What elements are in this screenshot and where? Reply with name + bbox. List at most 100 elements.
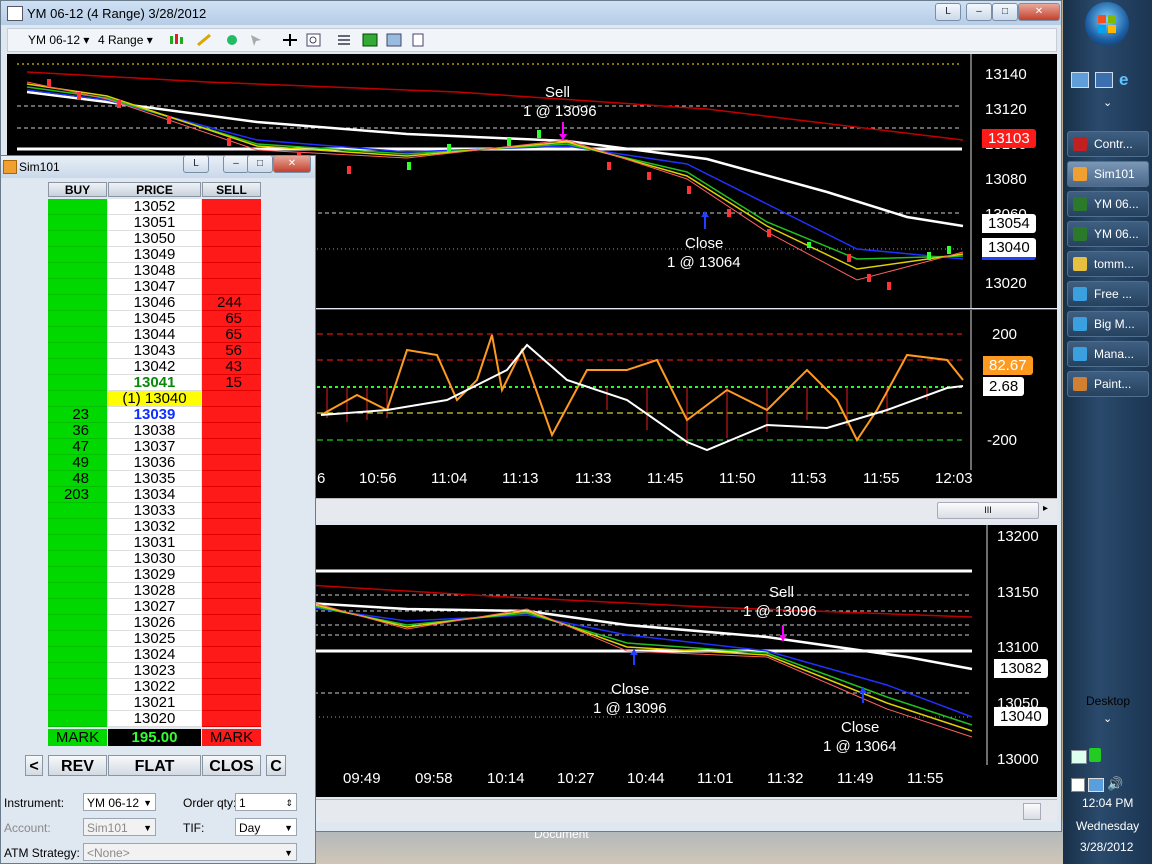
buy-cell[interactable] — [48, 263, 107, 279]
taskbar-item[interactable]: YM 06... — [1067, 221, 1149, 247]
pencil-icon[interactable] — [196, 33, 212, 47]
buy-cell[interactable] — [48, 279, 107, 295]
buy-cell[interactable] — [48, 679, 107, 695]
crosshair-tool-icon[interactable] — [224, 33, 240, 47]
strategies-icon[interactable] — [386, 33, 402, 47]
cross-cursor-icon[interactable] — [282, 33, 298, 47]
buy-cell[interactable]: 48 — [48, 471, 107, 487]
sell-cell[interactable]: 15 — [202, 375, 261, 391]
buy-cell[interactable] — [48, 199, 107, 215]
scroll-right-arrow[interactable]: ▸ — [1043, 503, 1048, 514]
sell-cell[interactable]: 244 — [202, 295, 261, 311]
buy-cell[interactable] — [48, 567, 107, 583]
switch-windows-icon[interactable] — [1095, 72, 1113, 88]
sell-cell[interactable] — [202, 615, 261, 631]
collapse-left-button[interactable]: < — [25, 755, 43, 776]
buy-cell[interactable] — [48, 391, 107, 407]
buy-cell[interactable] — [48, 311, 107, 327]
ie-quicklaunch-icon[interactable]: e — [1119, 70, 1128, 90]
clock-date[interactable]: 3/28/2012 — [1080, 840, 1133, 854]
buy-market-button[interactable]: MARK — [48, 729, 107, 746]
taskbar-item[interactable]: Contr... — [1067, 131, 1149, 157]
buy-cell[interactable] — [48, 375, 107, 391]
buy-cell[interactable] — [48, 711, 107, 727]
buy-cell[interactable]: 47 — [48, 439, 107, 455]
close-position-button[interactable]: CLOS — [202, 755, 261, 776]
sell-cell[interactable] — [202, 455, 261, 471]
maximize-button[interactable]: □ — [992, 3, 1018, 21]
sell-cell[interactable] — [202, 279, 261, 295]
buy-cell[interactable] — [48, 295, 107, 311]
buy-cell[interactable] — [48, 343, 107, 359]
tif-select[interactable]: Day ▼ — [235, 818, 297, 836]
instrument-selector[interactable]: YM 06-12 ▾ — [28, 33, 89, 47]
security-icon[interactable] — [1089, 748, 1101, 762]
restore-small-button[interactable]: L — [935, 3, 961, 21]
sell-cell[interactable] — [202, 407, 261, 423]
instrument-select[interactable]: YM 06-12 ▼ — [83, 793, 156, 811]
show-desktop-icon[interactable] — [1071, 72, 1089, 88]
buy-cell[interactable] — [48, 247, 107, 263]
desktop-toolbar-label[interactable]: Desktop — [1086, 694, 1130, 708]
buy-cell[interactable]: 49 — [48, 455, 107, 471]
sell-cell[interactable] — [202, 439, 261, 455]
sell-cell[interactable] — [202, 519, 261, 535]
clock-day[interactable]: Wednesday — [1076, 819, 1139, 833]
atm-strategy-select[interactable]: <None> ▼ — [83, 843, 297, 861]
indicators-icon[interactable] — [362, 33, 378, 47]
taskbar-item[interactable]: YM 06... — [1067, 191, 1149, 217]
sell-cell[interactable] — [202, 583, 261, 599]
minimize-button[interactable]: ‒ — [966, 3, 992, 21]
taskbar-item[interactable]: Sim101 — [1067, 161, 1149, 187]
buy-cell[interactable] — [48, 519, 107, 535]
network-icon[interactable] — [1071, 750, 1087, 764]
pointer-icon[interactable] — [248, 33, 264, 47]
buy-cell[interactable] — [48, 695, 107, 711]
buy-cell[interactable] — [48, 535, 107, 551]
period-selector[interactable]: 4 Range ▾ — [98, 33, 153, 47]
sell-cell[interactable] — [202, 663, 261, 679]
sell-cell[interactable]: 43 — [202, 359, 261, 375]
sell-cell[interactable] — [202, 391, 261, 407]
sell-cell[interactable] — [202, 423, 261, 439]
sell-cell[interactable]: 65 — [202, 327, 261, 343]
buy-cell[interactable] — [48, 631, 107, 647]
buy-cell[interactable] — [48, 647, 107, 663]
ladder-titlebar[interactable]: Sim101 L ‒ □ ✕ — [1, 155, 315, 178]
chart-style-icon[interactable] — [168, 33, 184, 47]
buy-cell[interactable] — [48, 583, 107, 599]
minimize-button[interactable]: ‒ — [223, 155, 249, 173]
buy-cell[interactable] — [48, 615, 107, 631]
sell-cell[interactable] — [202, 599, 261, 615]
sell-cell[interactable] — [202, 679, 261, 695]
sell-cell[interactable] — [202, 695, 261, 711]
sell-cell[interactable] — [202, 631, 261, 647]
taskbar-item[interactable]: Mana... — [1067, 341, 1149, 367]
buy-cell[interactable]: 36 — [48, 423, 107, 439]
tray-app-icon[interactable] — [1071, 778, 1085, 792]
buy-cell[interactable] — [48, 327, 107, 343]
taskbar-item[interactable]: Free ... — [1067, 281, 1149, 307]
sell-cell[interactable] — [202, 535, 261, 551]
order-qty-stepper[interactable]: 1 ⇕ — [235, 793, 297, 811]
sell-cell[interactable] — [202, 487, 261, 503]
sell-cell[interactable] — [202, 711, 261, 727]
tray-monitor-icon[interactable] — [1088, 778, 1104, 792]
start-button[interactable] — [1085, 2, 1129, 46]
scrollbar-thumb[interactable] — [1023, 803, 1041, 820]
sell-cell[interactable] — [202, 551, 261, 567]
sell-cell[interactable]: 56 — [202, 343, 261, 359]
taskbar-item[interactable]: Paint... — [1067, 371, 1149, 397]
buy-cell[interactable] — [48, 231, 107, 247]
buy-cell[interactable] — [48, 599, 107, 615]
reverse-button[interactable]: REV — [48, 755, 107, 776]
buy-cell[interactable] — [48, 551, 107, 567]
buy-cell[interactable] — [48, 215, 107, 231]
maximize-button[interactable]: □ — [247, 155, 273, 173]
sell-cell[interactable] — [202, 647, 261, 663]
expand-chevron-icon[interactable]: ⌄ — [1103, 712, 1112, 725]
clock-time[interactable]: 12:04 PM — [1082, 796, 1133, 810]
taskbar-item[interactable]: Big M... — [1067, 311, 1149, 337]
sell-market-button[interactable]: MARK — [202, 729, 261, 746]
restore-small-button[interactable]: L — [183, 155, 209, 173]
